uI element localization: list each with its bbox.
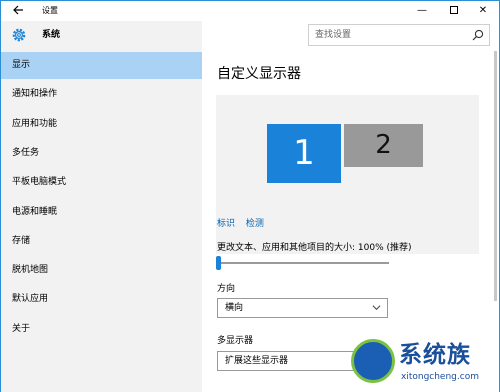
- slider-thumb[interactable]: [216, 256, 221, 270]
- back-arrow-icon[interactable]: [11, 4, 25, 18]
- watermark-url: xitongcheng.com: [401, 372, 479, 382]
- monitor-1-tile[interactable]: 1: [267, 124, 341, 183]
- scale-slider[interactable]: [216, 256, 389, 270]
- gear-icon: [12, 28, 26, 42]
- sidebar-item-offline-maps[interactable]: 脱机地图: [1, 257, 202, 284]
- sidebar-header: 系统: [1, 21, 202, 49]
- display-links: 标识 检测: [217, 218, 272, 230]
- window-title: 设置: [42, 6, 58, 15]
- title-bar: 设置 — ✕: [1, 1, 499, 21]
- search-icon[interactable]: [472, 29, 484, 41]
- monitor-2-tile[interactable]: 2: [344, 124, 423, 167]
- minimize-button[interactable]: —: [406, 1, 438, 21]
- detect-link[interactable]: 检测: [246, 219, 264, 229]
- sidebar-item-power-sleep[interactable]: 电源和睡眠: [1, 199, 202, 226]
- close-button[interactable]: ✕: [467, 1, 499, 21]
- settings-window: 设置 — ✕ 系统 显示 通知和操作 应用和功能 多任务 平板电脑模式 电源和睡…: [0, 0, 500, 392]
- sidebar-item-notifications[interactable]: 通知和操作: [1, 81, 202, 108]
- watermark-logo-icon: [351, 339, 395, 383]
- watermark-text: 系统族: [399, 342, 471, 368]
- search-input[interactable]: [309, 25, 469, 45]
- chevron-down-icon: [372, 305, 381, 311]
- sidebar-header-title: 系统: [42, 30, 61, 40]
- maximize-button[interactable]: [438, 1, 470, 21]
- watermark: 系统族 xitongcheng.com: [346, 335, 500, 392]
- sidebar-item-storage[interactable]: 存储: [1, 228, 202, 255]
- display-arrangement-preview: 1 2: [216, 95, 479, 254]
- multi-display-label: 多显示器: [217, 336, 254, 346]
- identify-link[interactable]: 标识: [217, 219, 235, 229]
- page-title: 自定义显示器: [217, 66, 301, 82]
- scale-label: 更改文本、应用和其他项目的大小: 100% (推荐): [217, 243, 412, 253]
- scrollbar-thumb[interactable]: [494, 51, 497, 301]
- orientation-dropdown[interactable]: 横向: [217, 298, 388, 318]
- sidebar-item-default-apps[interactable]: 默认应用: [1, 286, 202, 313]
- orientation-value: 横向: [225, 303, 244, 313]
- sidebar-item-display[interactable]: 显示: [1, 52, 202, 79]
- sidebar-item-apps[interactable]: 应用和功能: [1, 111, 202, 138]
- search-box[interactable]: [308, 24, 490, 46]
- sidebar-item-multitasking[interactable]: 多任务: [1, 140, 202, 167]
- orientation-label: 方向: [217, 284, 236, 294]
- sidebar-item-about[interactable]: 关于: [1, 316, 202, 343]
- slider-track: [216, 262, 389, 264]
- maximize-icon: [450, 6, 458, 14]
- sidebar-item-tablet-mode[interactable]: 平板电脑模式: [1, 169, 202, 196]
- multi-display-value: 扩展这些显示器: [225, 356, 289, 366]
- sidebar: 系统 显示 通知和操作 应用和功能 多任务 平板电脑模式 电源和睡眠 存储 脱机…: [1, 21, 202, 392]
